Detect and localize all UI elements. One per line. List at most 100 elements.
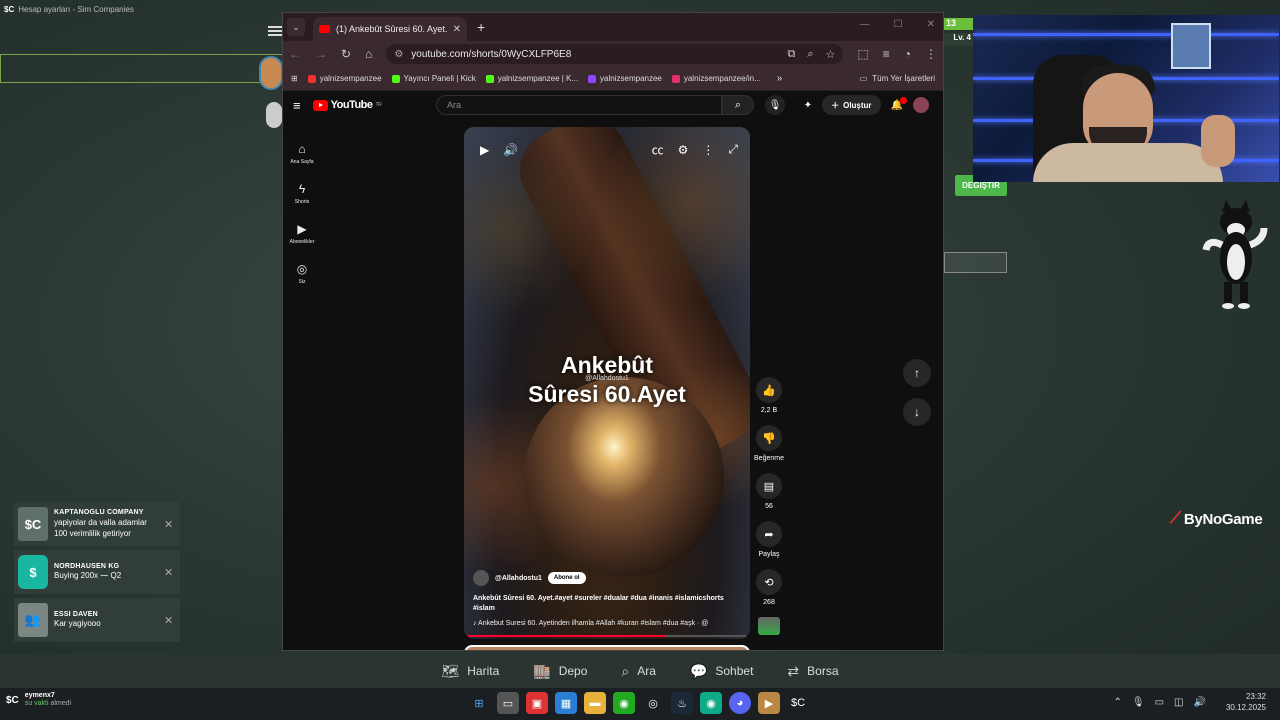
sound-thumbnail[interactable] [751, 617, 787, 635]
more-menu-icon[interactable]: ⋮ [925, 47, 937, 61]
settings-input[interactable] [944, 252, 1007, 273]
nav-exchange[interactable]: ⇄ Borsa [787, 663, 838, 680]
app-icon[interactable]: ▣ [526, 692, 548, 714]
browser-tab[interactable]: (1) Ankebût Sûresi 60. Ayet.#ay ✕ [313, 17, 467, 41]
comments-button[interactable]: ▤ 56 [751, 473, 787, 510]
captions-icon[interactable]: ㏄ [652, 141, 664, 158]
media-icon[interactable]: ▶ [758, 692, 780, 714]
task-view-icon[interactable]: ▭ [497, 692, 519, 714]
settings-gear-icon[interactable]: ⚙ [678, 143, 689, 157]
more-bookmarks-icon[interactable]: » [777, 73, 783, 84]
microphone-icon[interactable]: 🎙 [1132, 697, 1145, 708]
bookmark-item[interactable]: yalnizsempanzee [588, 74, 662, 83]
nav-chat[interactable]: 💬 Sohbet [690, 663, 753, 680]
close-icon[interactable]: ✕ [164, 614, 176, 627]
remix-icon: ⟲ [756, 569, 782, 595]
volume-icon[interactable]: 🔊 [1194, 697, 1206, 708]
maximize-icon[interactable]: ☐ [894, 19, 903, 30]
bookmark-item[interactable]: Yayıncı Paneli | Kick [391, 74, 476, 83]
bookmark-item[interactable]: yalnizsempanzee/in... [671, 74, 761, 83]
home-icon[interactable]: ⌂ [365, 47, 372, 61]
extensions-icon[interactable]: ⬚ [857, 47, 868, 61]
sim-companies-taskbar-icon[interactable]: $C [787, 692, 809, 714]
address-bar[interactable]: ⚙ youtube.com/shorts/0WyCXLFP6E8 ⧉ ⌕ ☆ [386, 44, 844, 64]
steam-icon[interactable]: ♨ [671, 692, 693, 714]
game-app-icon[interactable]: ◎ [642, 692, 664, 714]
display-icon[interactable]: ▭ [1155, 697, 1164, 708]
voice-search-button[interactable]: 🎙 [765, 95, 785, 115]
bookmark-item[interactable]: yalnizsempanzee | K... [485, 74, 578, 83]
remix-button[interactable]: ⟲ 268 [751, 569, 787, 606]
site-info-icon[interactable]: ⚙ [394, 49, 403, 60]
game-menu-icon[interactable] [268, 24, 282, 38]
previous-short-button[interactable]: ↑ [903, 359, 931, 387]
nav-map[interactable]: 🗺 Harita [441, 663, 499, 680]
next-short-button[interactable]: ↓ [903, 398, 931, 426]
bookmark-star-icon[interactable]: ☆ [826, 48, 836, 61]
ai-sparkle-icon[interactable]: ✦ [804, 100, 812, 111]
all-bookmarks[interactable]: ▭ Tüm Yer İşaretleri [860, 74, 935, 83]
sidebar-item-subscriptions[interactable]: ▶ Abonelikler [283, 213, 321, 253]
search-input[interactable]: Ara [436, 95, 722, 115]
nav-warehouse[interactable]: 🏬 Depo [533, 663, 587, 680]
short-video-player[interactable]: ▶ 🔊 ㏄ ⚙ ⋮ ⤢ Ankebût Sûresi 60.Ayet @Alla… [464, 127, 750, 639]
youtube-mini-sidebar: ⌂ Ana Sayfa ϟ Shorts ▶ Abonelikler ◎ Siz [283, 133, 321, 293]
avatar[interactable] [913, 97, 929, 113]
youtube-logo[interactable]: YouTube TR [312, 99, 382, 111]
back-icon[interactable]: ← [289, 47, 301, 61]
notification-toast[interactable]: $ NORDHAUSEN KG Buying 200x ⁓ Q2 ✕ [14, 550, 180, 594]
tab-search-icon[interactable]: ⌄ [287, 18, 305, 36]
music-info[interactable]: ♪ Ankebut Suresi 60. Ayetinden ilhamla #… [473, 620, 741, 627]
channel-name[interactable]: @Allahdostu1 [495, 575, 542, 582]
photos-icon[interactable]: ▦ [555, 692, 577, 714]
notification-toast[interactable]: 👥 ESSI DAVEN Kar yagiyooo ✕ [14, 598, 180, 642]
new-tab-icon[interactable]: + [477, 19, 485, 35]
game-avatar[interactable] [259, 56, 283, 90]
taskbar-widget[interactable]: $C eymenx7 su vakti almedi [6, 692, 71, 709]
nav-search[interactable]: ⌕ Ara [621, 663, 656, 680]
close-icon[interactable]: ✕ [164, 566, 176, 579]
like-button[interactable]: 👍 2,2 B [751, 377, 787, 414]
close-tab-icon[interactable]: ✕ [453, 24, 461, 35]
forward-icon[interactable]: → [315, 47, 327, 61]
search-button[interactable]: ⌕ [722, 95, 754, 115]
channel-avatar[interactable] [473, 570, 489, 587]
sidebar-item-home[interactable]: ⌂ Ana Sayfa [283, 133, 321, 173]
apps-grid-icon[interactable]: ⊞ [291, 74, 298, 83]
more-options-icon[interactable]: ⋮ [702, 143, 714, 157]
discord-icon[interactable]: ◕ [729, 692, 751, 714]
notifications-bell-icon[interactable]: 🔔 [891, 96, 907, 111]
profile-icon[interactable]: ◔ [904, 47, 911, 61]
sim-companies-logo: $C [4, 4, 15, 14]
users-icon: 👥 [18, 603, 48, 637]
network-icon[interactable]: ◫ [1174, 697, 1183, 708]
notification-toast[interactable]: $C KAPTANOGLU COMPANY yapiyolar da valla… [14, 502, 180, 546]
menu-icon[interactable]: ≡ [293, 98, 301, 113]
play-icon[interactable]: ▶ [480, 143, 489, 157]
create-button[interactable]: ＋ Oluştur [822, 95, 881, 115]
volume-icon[interactable]: 🔊 [503, 143, 518, 157]
clock[interactable]: 23:32 30.12.2025 [1226, 692, 1266, 714]
fullscreen-icon[interactable]: ⤢ [728, 142, 738, 157]
chrome-profile-icon[interactable]: ◉ [700, 692, 722, 714]
install-app-icon[interactable]: ⧉ [787, 48, 795, 61]
chevron-up-icon[interactable]: ⌃ [1114, 697, 1122, 708]
folder-icon[interactable]: ▬ [584, 692, 606, 714]
media-control-icon[interactable]: ≡ [883, 47, 890, 61]
sidebar-item-shorts[interactable]: ϟ Shorts [283, 173, 321, 213]
zoom-icon[interactable]: ⌕ [807, 48, 813, 61]
chrome-icon[interactable]: ◉ [613, 692, 635, 714]
sidebar-item-you[interactable]: ◎ Siz [283, 253, 321, 293]
dislike-button[interactable]: 👎 Beğenme [751, 425, 787, 462]
minimize-icon[interactable]: — [860, 19, 870, 30]
start-icon[interactable]: ⊞ [468, 692, 490, 714]
close-window-icon[interactable]: ✕ [927, 19, 935, 30]
close-icon[interactable]: ✕ [164, 518, 176, 531]
share-button[interactable]: ➦ Paylaş [751, 521, 787, 558]
next-short-preview[interactable] [464, 645, 750, 650]
video-description[interactable]: Ankebût Sûresi 60. Ayet.#ayet #sureler #… [473, 594, 741, 614]
bookmark-item[interactable]: yalnizsempanzee [307, 74, 382, 83]
reload-icon[interactable]: ↻ [341, 47, 351, 61]
subscribe-button[interactable]: Abone ol [547, 572, 586, 585]
video-progress-bar[interactable] [468, 635, 746, 637]
